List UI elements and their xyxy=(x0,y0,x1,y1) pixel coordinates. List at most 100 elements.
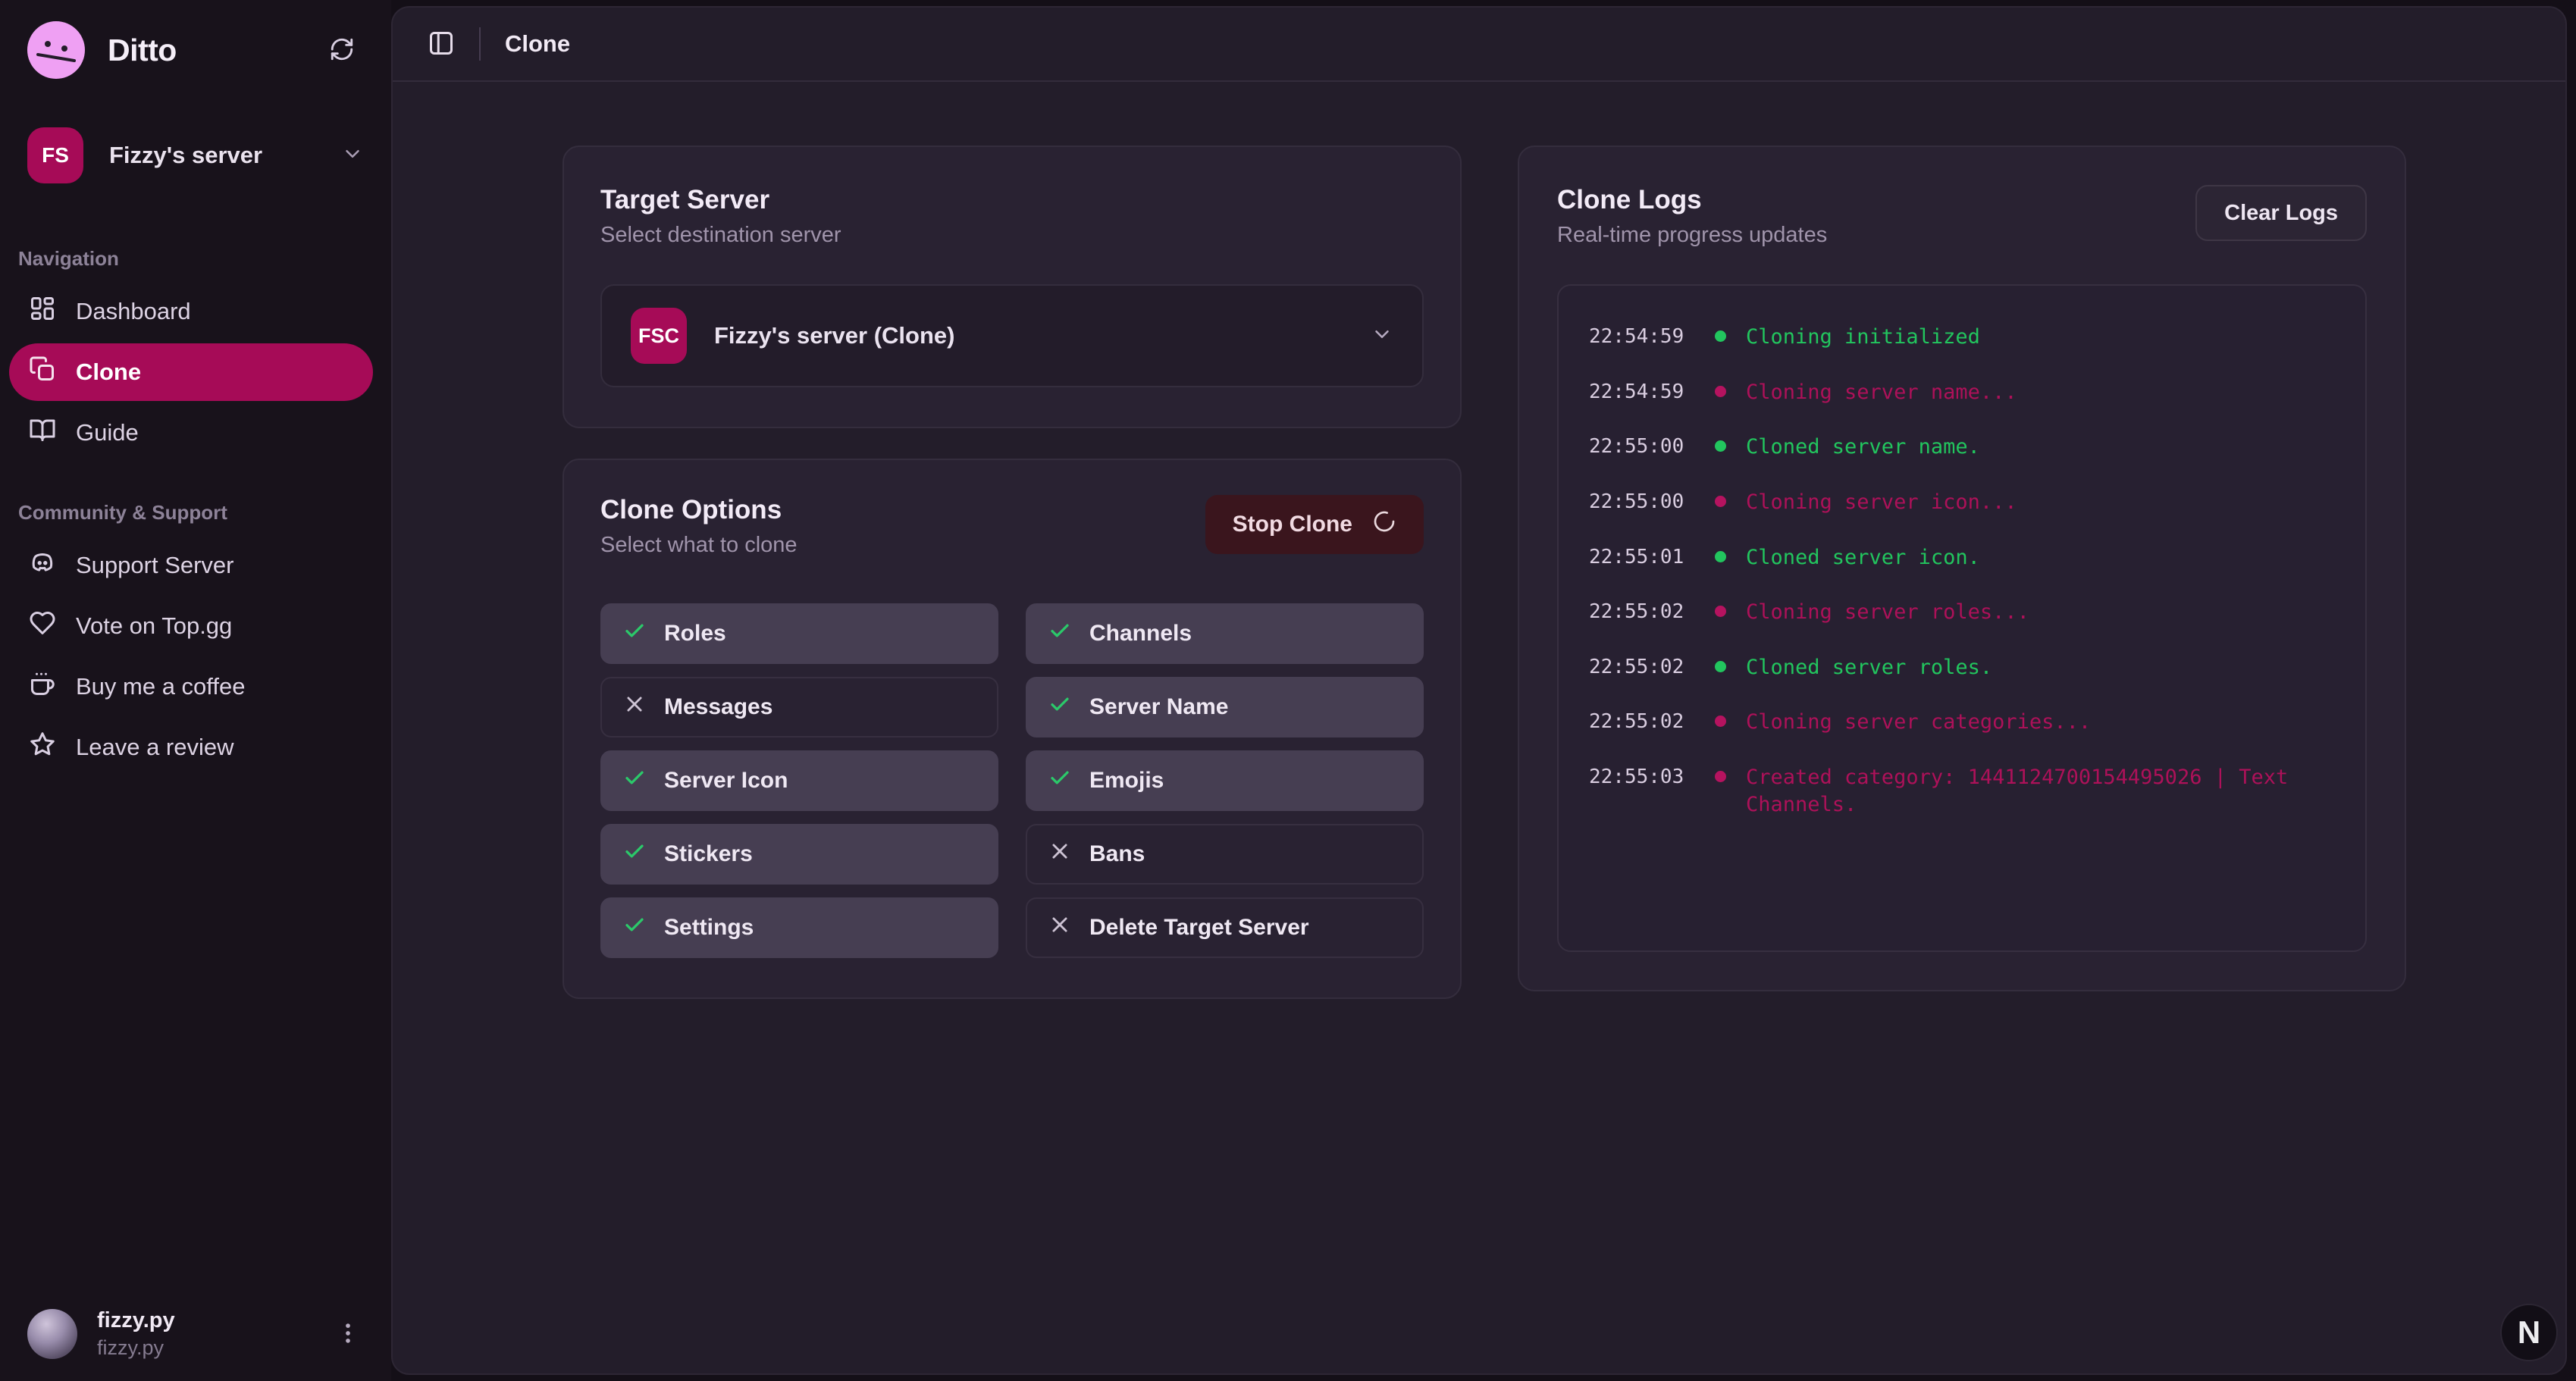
log-timestamp: 22:55:03 xyxy=(1589,764,1703,788)
brand-header: Ditto xyxy=(0,20,391,80)
destination-server-badge: FSC xyxy=(631,308,687,364)
sidebar-item-leave-review[interactable]: Leave a review xyxy=(9,719,373,776)
destination-server-name: Fizzy's server (Clone) xyxy=(714,322,954,349)
kebab-menu-icon xyxy=(335,1320,361,1348)
stop-clone-button[interactable]: Stop Clone xyxy=(1205,495,1424,554)
page-title: Clone xyxy=(505,30,570,58)
primary-nav: Dashboard Clone Guide xyxy=(0,283,391,462)
log-timestamp: 22:54:59 xyxy=(1589,324,1703,348)
sidebar-item-label: Vote on Top.gg xyxy=(76,612,232,640)
chevron-down-icon xyxy=(341,142,364,169)
spinner-icon xyxy=(1372,509,1396,540)
sidebar-item-label: Guide xyxy=(76,419,139,446)
clone-logs-card: Clone Logs Real-time progress updates Cl… xyxy=(1518,146,2406,991)
log-entry: 22:55:02 Cloned server roles. xyxy=(1589,654,2335,681)
destination-server-dropdown[interactable]: FSC Fizzy's server (Clone) xyxy=(600,284,1424,387)
clone-option-toggle[interactable]: Delete Target Server xyxy=(1026,897,1424,958)
server-selector[interactable]: FS Fizzy's server xyxy=(27,127,364,183)
check-icon xyxy=(1048,766,1071,795)
sidebar-item-label: Buy me a coffee xyxy=(76,673,245,700)
log-message: Cloning server roles... xyxy=(1746,599,2335,626)
target-server-subtitle: Select destination server xyxy=(600,223,1424,248)
clone-option-toggle[interactable]: Settings xyxy=(600,897,998,958)
clear-logs-button[interactable]: Clear Logs xyxy=(2195,185,2367,241)
sidebar-item-buy-coffee[interactable]: Buy me a coffee xyxy=(9,658,373,716)
user-name: fizzy.py xyxy=(97,1308,175,1333)
x-icon xyxy=(623,693,646,722)
clone-option-label: Channels xyxy=(1089,621,1192,647)
log-message: Cloning server categories... xyxy=(1746,709,2335,736)
sidebar-item-label: Support Server xyxy=(76,552,234,579)
user-avatar xyxy=(27,1309,77,1359)
refresh-icon xyxy=(329,36,355,64)
log-message: Cloning initialized xyxy=(1746,324,2335,351)
sidebar-item-label: Dashboard xyxy=(76,298,191,325)
log-timestamp: 22:55:02 xyxy=(1589,709,1703,733)
nav-section-label: Navigation xyxy=(18,247,373,271)
log-status-dot xyxy=(1715,551,1726,562)
clone-options-subtitle: Select what to clone xyxy=(600,533,798,558)
clone-option-label: Messages xyxy=(664,694,772,720)
topbar: Clone xyxy=(393,8,2565,82)
check-icon xyxy=(623,840,646,869)
sidebar-item-label: Clone xyxy=(76,359,141,386)
clone-option-label: Bans xyxy=(1089,841,1145,867)
log-message: Cloning server icon... xyxy=(1746,489,2335,516)
check-icon xyxy=(623,619,646,648)
log-timestamp: 22:55:00 xyxy=(1589,434,1703,458)
log-status-dot xyxy=(1715,386,1726,397)
log-entry: 22:55:00 Cloning server icon... xyxy=(1589,489,2335,516)
nextjs-dev-badge[interactable]: N xyxy=(2500,1304,2558,1361)
heart-icon xyxy=(29,609,56,643)
clone-option-toggle[interactable]: Channels xyxy=(1026,603,1424,664)
clone-logs-title: Clone Logs xyxy=(1557,185,1827,215)
log-status-dot xyxy=(1715,771,1726,782)
target-server-title: Target Server xyxy=(600,185,1424,215)
clone-options-card: Clone Options Select what to clone Stop … xyxy=(563,459,1462,999)
clone-option-toggle[interactable]: Roles xyxy=(600,603,998,664)
chevron-down-icon xyxy=(1371,323,1393,349)
log-message: Cloning server name... xyxy=(1746,379,2335,406)
clone-option-toggle[interactable]: Messages xyxy=(600,677,998,737)
sidebar-item-guide[interactable]: Guide xyxy=(9,404,373,462)
server-name: Fizzy's server xyxy=(109,142,262,169)
clone-log-panel: 22:54:59 Cloning initialized 22:54:59 Cl… xyxy=(1557,284,2367,952)
panel-left-icon xyxy=(428,30,455,59)
clone-option-toggle[interactable]: Bans xyxy=(1026,824,1424,885)
book-open-icon xyxy=(29,416,56,449)
clone-option-toggle[interactable]: Stickers xyxy=(600,824,998,885)
dashboard-icon xyxy=(29,295,56,328)
sidebar: Ditto FS Fizzy's server Navigation xyxy=(0,0,391,1381)
log-entry: 22:54:59 Cloning server name... xyxy=(1589,379,2335,406)
app-title: Ditto xyxy=(108,33,177,68)
sidebar-item-dashboard[interactable]: Dashboard xyxy=(9,283,373,340)
log-entry: 22:54:59 Cloning initialized xyxy=(1589,324,2335,351)
log-timestamp: 22:55:00 xyxy=(1589,489,1703,513)
clone-option-toggle[interactable]: Server Icon xyxy=(600,750,998,811)
clone-option-label: Server Icon xyxy=(664,768,788,794)
check-icon xyxy=(623,766,646,795)
refresh-button[interactable] xyxy=(329,36,355,64)
topbar-divider xyxy=(479,27,481,61)
clone-option-toggle[interactable]: Emojis xyxy=(1026,750,1424,811)
clone-option-label: Delete Target Server xyxy=(1089,915,1309,941)
log-status-dot xyxy=(1715,440,1726,452)
sidebar-item-support-server[interactable]: Support Server xyxy=(9,537,373,594)
clone-options-title: Clone Options xyxy=(600,495,798,525)
sidebar-toggle-button[interactable] xyxy=(428,30,455,59)
sidebar-item-clone[interactable]: Clone xyxy=(9,343,373,401)
user-menu-button[interactable] xyxy=(335,1320,361,1348)
log-timestamp: 22:54:59 xyxy=(1589,379,1703,403)
log-status-dot xyxy=(1715,716,1726,727)
log-status-dot xyxy=(1715,661,1726,672)
clone-option-label: Stickers xyxy=(664,841,753,867)
sidebar-item-vote-topgg[interactable]: Vote on Top.gg xyxy=(9,597,373,655)
log-timestamp: 22:55:02 xyxy=(1589,654,1703,678)
x-icon xyxy=(1048,913,1071,942)
log-timestamp: 22:55:02 xyxy=(1589,599,1703,623)
main-panel: Clone Target Server Select destination s… xyxy=(391,6,2567,1375)
clone-option-label: Emojis xyxy=(1089,768,1164,794)
clone-option-toggle[interactable]: Server Name xyxy=(1026,677,1424,737)
clone-option-label: Roles xyxy=(664,621,726,647)
discord-icon xyxy=(29,549,56,582)
